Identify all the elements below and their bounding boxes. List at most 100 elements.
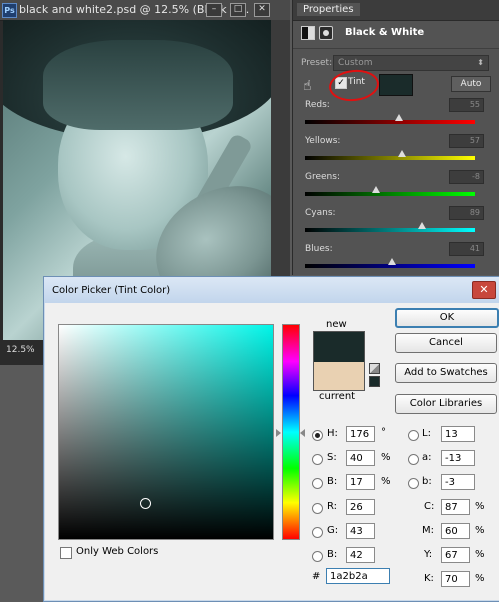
saturation-brightness-field[interactable] (58, 324, 274, 540)
degree-unit: ° (381, 427, 386, 438)
cyan-field[interactable]: 87 (441, 499, 470, 515)
green-radio[interactable] (312, 527, 323, 538)
auto-button[interactable]: Auto (451, 76, 491, 92)
mask-icon[interactable] (319, 26, 333, 40)
adjustment-name: Black & White (345, 27, 425, 38)
slider-greens-value[interactable]: -8 (449, 170, 484, 184)
color-field-cursor[interactable] (139, 497, 151, 509)
hue-radio[interactable] (312, 430, 323, 441)
current-color-label: current (319, 391, 356, 402)
cancel-button[interactable]: Cancel (395, 333, 497, 353)
lab-a-label: a: (422, 452, 432, 463)
lab-a-field[interactable]: -13 (441, 450, 475, 466)
preset-select[interactable]: Custom ⬍ (333, 55, 489, 71)
saturation-field[interactable]: 40 (346, 450, 375, 466)
only-web-colors-checkbox[interactable] (60, 547, 72, 559)
blue-radio[interactable] (312, 551, 323, 562)
lab-b-label: b: (422, 476, 432, 487)
only-web-colors-label: Only Web Colors (76, 546, 159, 557)
hue-slider-arrow-left[interactable] (276, 429, 281, 437)
image-bangs (43, 40, 233, 130)
dialog-titlebar[interactable]: Color Picker (Tint Color) ✕ (44, 277, 499, 303)
percent-unit: % (475, 501, 485, 512)
lab-b-field[interactable]: -3 (441, 474, 475, 490)
slider-greens-label: Greens: (305, 172, 340, 182)
slider-yellows-label: Yellows: (305, 136, 341, 146)
percent-unit: % (475, 525, 485, 536)
minimize-button[interactable]: – (206, 3, 222, 17)
slider-reds-track[interactable] (305, 120, 475, 124)
hue-slider-arrow-right[interactable] (300, 429, 305, 437)
new-color-label: new (326, 319, 347, 330)
tint-color-swatch[interactable] (379, 74, 413, 96)
black-label: K: (424, 573, 434, 584)
slider-yellows-thumb[interactable] (397, 150, 406, 157)
hue-field[interactable]: 176 (346, 426, 375, 442)
properties-panel: Properties Black & White Preset: Custom … (292, 0, 499, 275)
slider-reds-thumb[interactable] (394, 114, 403, 121)
web-safe-swatch-icon[interactable] (369, 376, 380, 387)
slider-yellows-track[interactable] (305, 156, 475, 160)
divider (293, 48, 499, 49)
adjustment-icon[interactable] (301, 26, 315, 40)
properties-header: Properties (293, 0, 499, 21)
saturation-radio[interactable] (312, 454, 323, 465)
lab-a-radio[interactable] (408, 454, 419, 465)
blue-field[interactable]: 42 (346, 547, 375, 563)
lab-l-radio[interactable] (408, 430, 419, 441)
maximize-button[interactable]: □ (230, 3, 246, 17)
lab-l-field[interactable]: 13 (441, 426, 475, 442)
slider-cyans-value[interactable]: 89 (449, 206, 484, 220)
brightness-radio[interactable] (312, 478, 323, 489)
document-tab[interactable]: Ps black and white2.psd @ 12.5% (Black &… (0, 0, 290, 21)
color-libraries-button[interactable]: Color Libraries (395, 394, 497, 414)
tab-properties[interactable]: Properties (297, 3, 360, 16)
close-document-button[interactable]: ✕ (254, 3, 270, 17)
preset-value: Custom (338, 58, 373, 68)
magenta-label: M: (422, 525, 434, 536)
percent-unit: % (381, 476, 391, 487)
yellow-field[interactable]: 67 (441, 547, 470, 563)
red-radio[interactable] (312, 503, 323, 514)
dialog-close-button[interactable]: ✕ (472, 281, 496, 299)
saturation-label: S: (327, 452, 337, 463)
zoom-level[interactable]: 12.5% (6, 345, 35, 355)
slider-blues-value[interactable]: 41 (449, 242, 484, 256)
ok-button[interactable]: OK (395, 308, 499, 328)
hex-field[interactable]: 1a2b2a (326, 568, 390, 584)
percent-unit: % (381, 452, 391, 463)
magenta-field[interactable]: 60 (441, 523, 470, 539)
current-color-swatch[interactable] (313, 362, 365, 391)
lab-b-radio[interactable] (408, 478, 419, 489)
targeted-adjustment-hand-icon[interactable]: ☝ (303, 78, 312, 94)
green-field[interactable]: 43 (346, 523, 375, 539)
yellow-label: Y: (424, 549, 433, 560)
out-of-gamut-cube-icon[interactable] (369, 363, 380, 374)
slider-yellows-value[interactable]: 57 (449, 134, 484, 148)
hue-slider[interactable] (282, 324, 300, 540)
slider-blues-thumb[interactable] (387, 258, 396, 265)
photoshop-icon: Ps (2, 3, 17, 18)
brightness-field[interactable]: 17 (346, 474, 375, 490)
slider-cyans-track[interactable] (305, 228, 475, 232)
red-label: R: (327, 501, 338, 512)
slider-greens-track[interactable] (305, 192, 475, 196)
hex-label: # (312, 571, 321, 582)
cyan-label: C: (424, 501, 435, 512)
black-field[interactable]: 70 (441, 571, 470, 587)
slider-cyans-thumb[interactable] (418, 222, 427, 229)
new-color-swatch (313, 331, 365, 363)
slider-reds-value[interactable]: 55 (449, 98, 484, 112)
color-picker-dialog: Color Picker (Tint Color) ✕ new current … (43, 276, 499, 602)
preset-label: Preset: (301, 58, 333, 68)
hue-label: H: (327, 428, 338, 439)
add-to-swatches-button[interactable]: Add to Swatches (395, 363, 497, 383)
percent-unit: % (475, 573, 485, 584)
blue-label: B: (327, 549, 338, 560)
slider-reds-label: Reds: (305, 100, 330, 110)
chevron-updown-icon: ⬍ (477, 58, 484, 67)
slider-greens-thumb[interactable] (372, 186, 381, 193)
dialog-title: Color Picker (Tint Color) (52, 285, 171, 296)
percent-unit: % (475, 549, 485, 560)
red-field[interactable]: 26 (346, 499, 375, 515)
